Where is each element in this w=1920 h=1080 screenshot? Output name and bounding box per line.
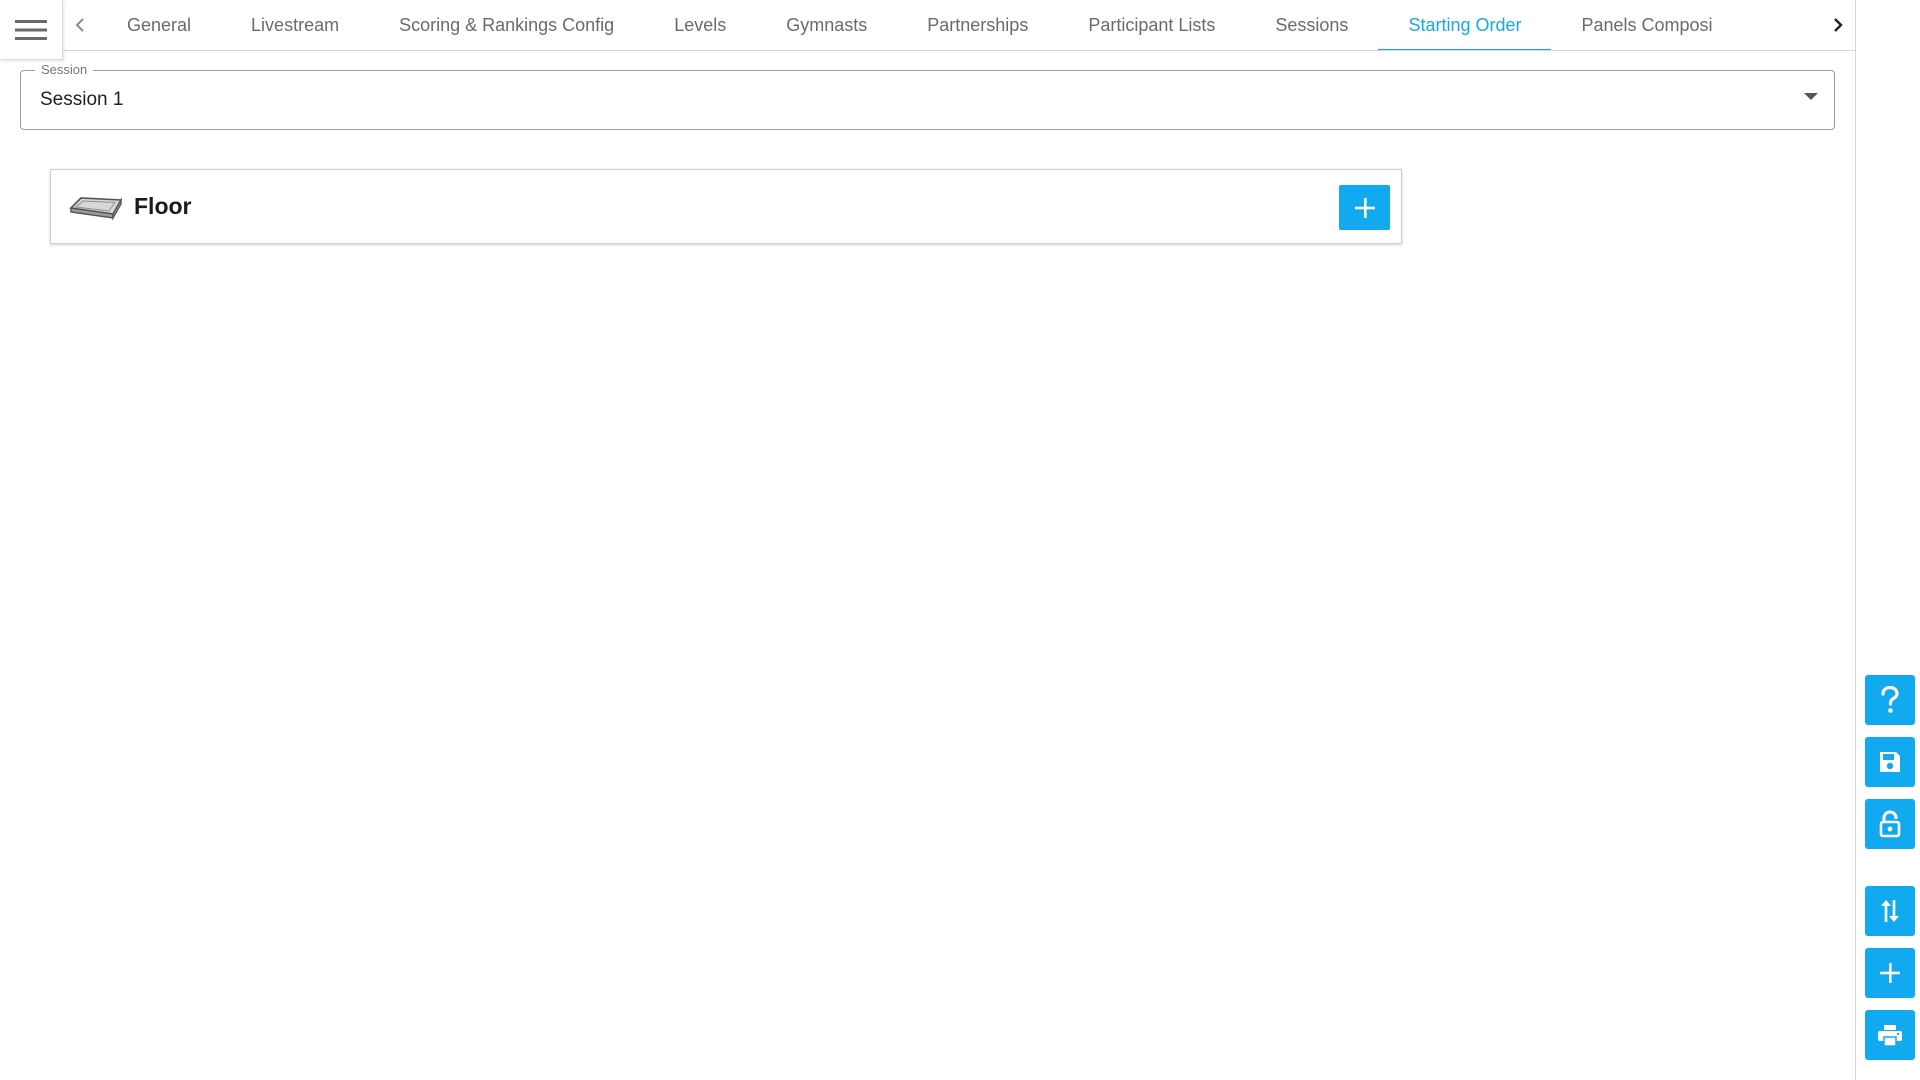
reorder-button[interactable] [1865,886,1915,936]
chevron-right-icon [1834,18,1843,32]
question-icon [1881,686,1899,713]
action-rail [1855,0,1920,1080]
tab-list: General Livestream Scoring & Rankings Co… [97,0,1821,50]
tab-bar: General Livestream Scoring & Rankings Co… [63,0,1856,51]
session-select[interactable]: Session Session 1 [20,62,1835,130]
tab-sessions[interactable]: Sessions [1245,0,1378,50]
session-select-value: Session 1 [40,89,124,110]
add-button[interactable] [1865,948,1915,998]
tab-levels[interactable]: Levels [644,0,756,50]
chevron-left-icon [75,18,84,32]
plus-icon [1880,963,1900,983]
add-starting-order-button[interactable] [1339,185,1390,230]
main-menu-button[interactable] [0,0,63,60]
tab-panels-composition[interactable]: Panels Composi [1551,0,1742,50]
plus-icon [1354,197,1375,218]
tab-scoring-rankings-config[interactable]: Scoring & Rankings Config [369,0,644,50]
tab-starting-order[interactable]: Starting Order [1378,0,1552,50]
floor-mat-icon [69,197,123,221]
apparatus-title: Floor [134,193,192,219]
hamburger-icon [15,19,47,40]
apparatus-card-floor: Floor [50,169,1402,244]
app-root: General Livestream Scoring & Rankings Co… [0,0,1920,1080]
swap-vertical-icon [1881,900,1899,922]
dropdown-caret-icon [1804,93,1818,100]
unlock-icon [1879,810,1901,838]
tab-participant-lists[interactable]: Participant Lists [1058,0,1245,50]
lock-toggle-button[interactable] [1865,799,1915,849]
print-button[interactable] [1865,1010,1915,1060]
floppy-disk-icon [1880,752,1900,772]
tab-livestream[interactable]: Livestream [221,0,369,50]
tab-partnerships[interactable]: Partnerships [897,0,1058,50]
save-button[interactable] [1865,737,1915,787]
tab-scroll-right-button[interactable] [1821,0,1855,50]
tab-gymnasts[interactable]: Gymnasts [756,0,897,50]
help-button[interactable] [1865,675,1915,725]
printer-icon [1878,1025,1902,1047]
tab-scroll-left-button[interactable] [63,0,97,50]
tab-general[interactable]: General [97,0,221,50]
